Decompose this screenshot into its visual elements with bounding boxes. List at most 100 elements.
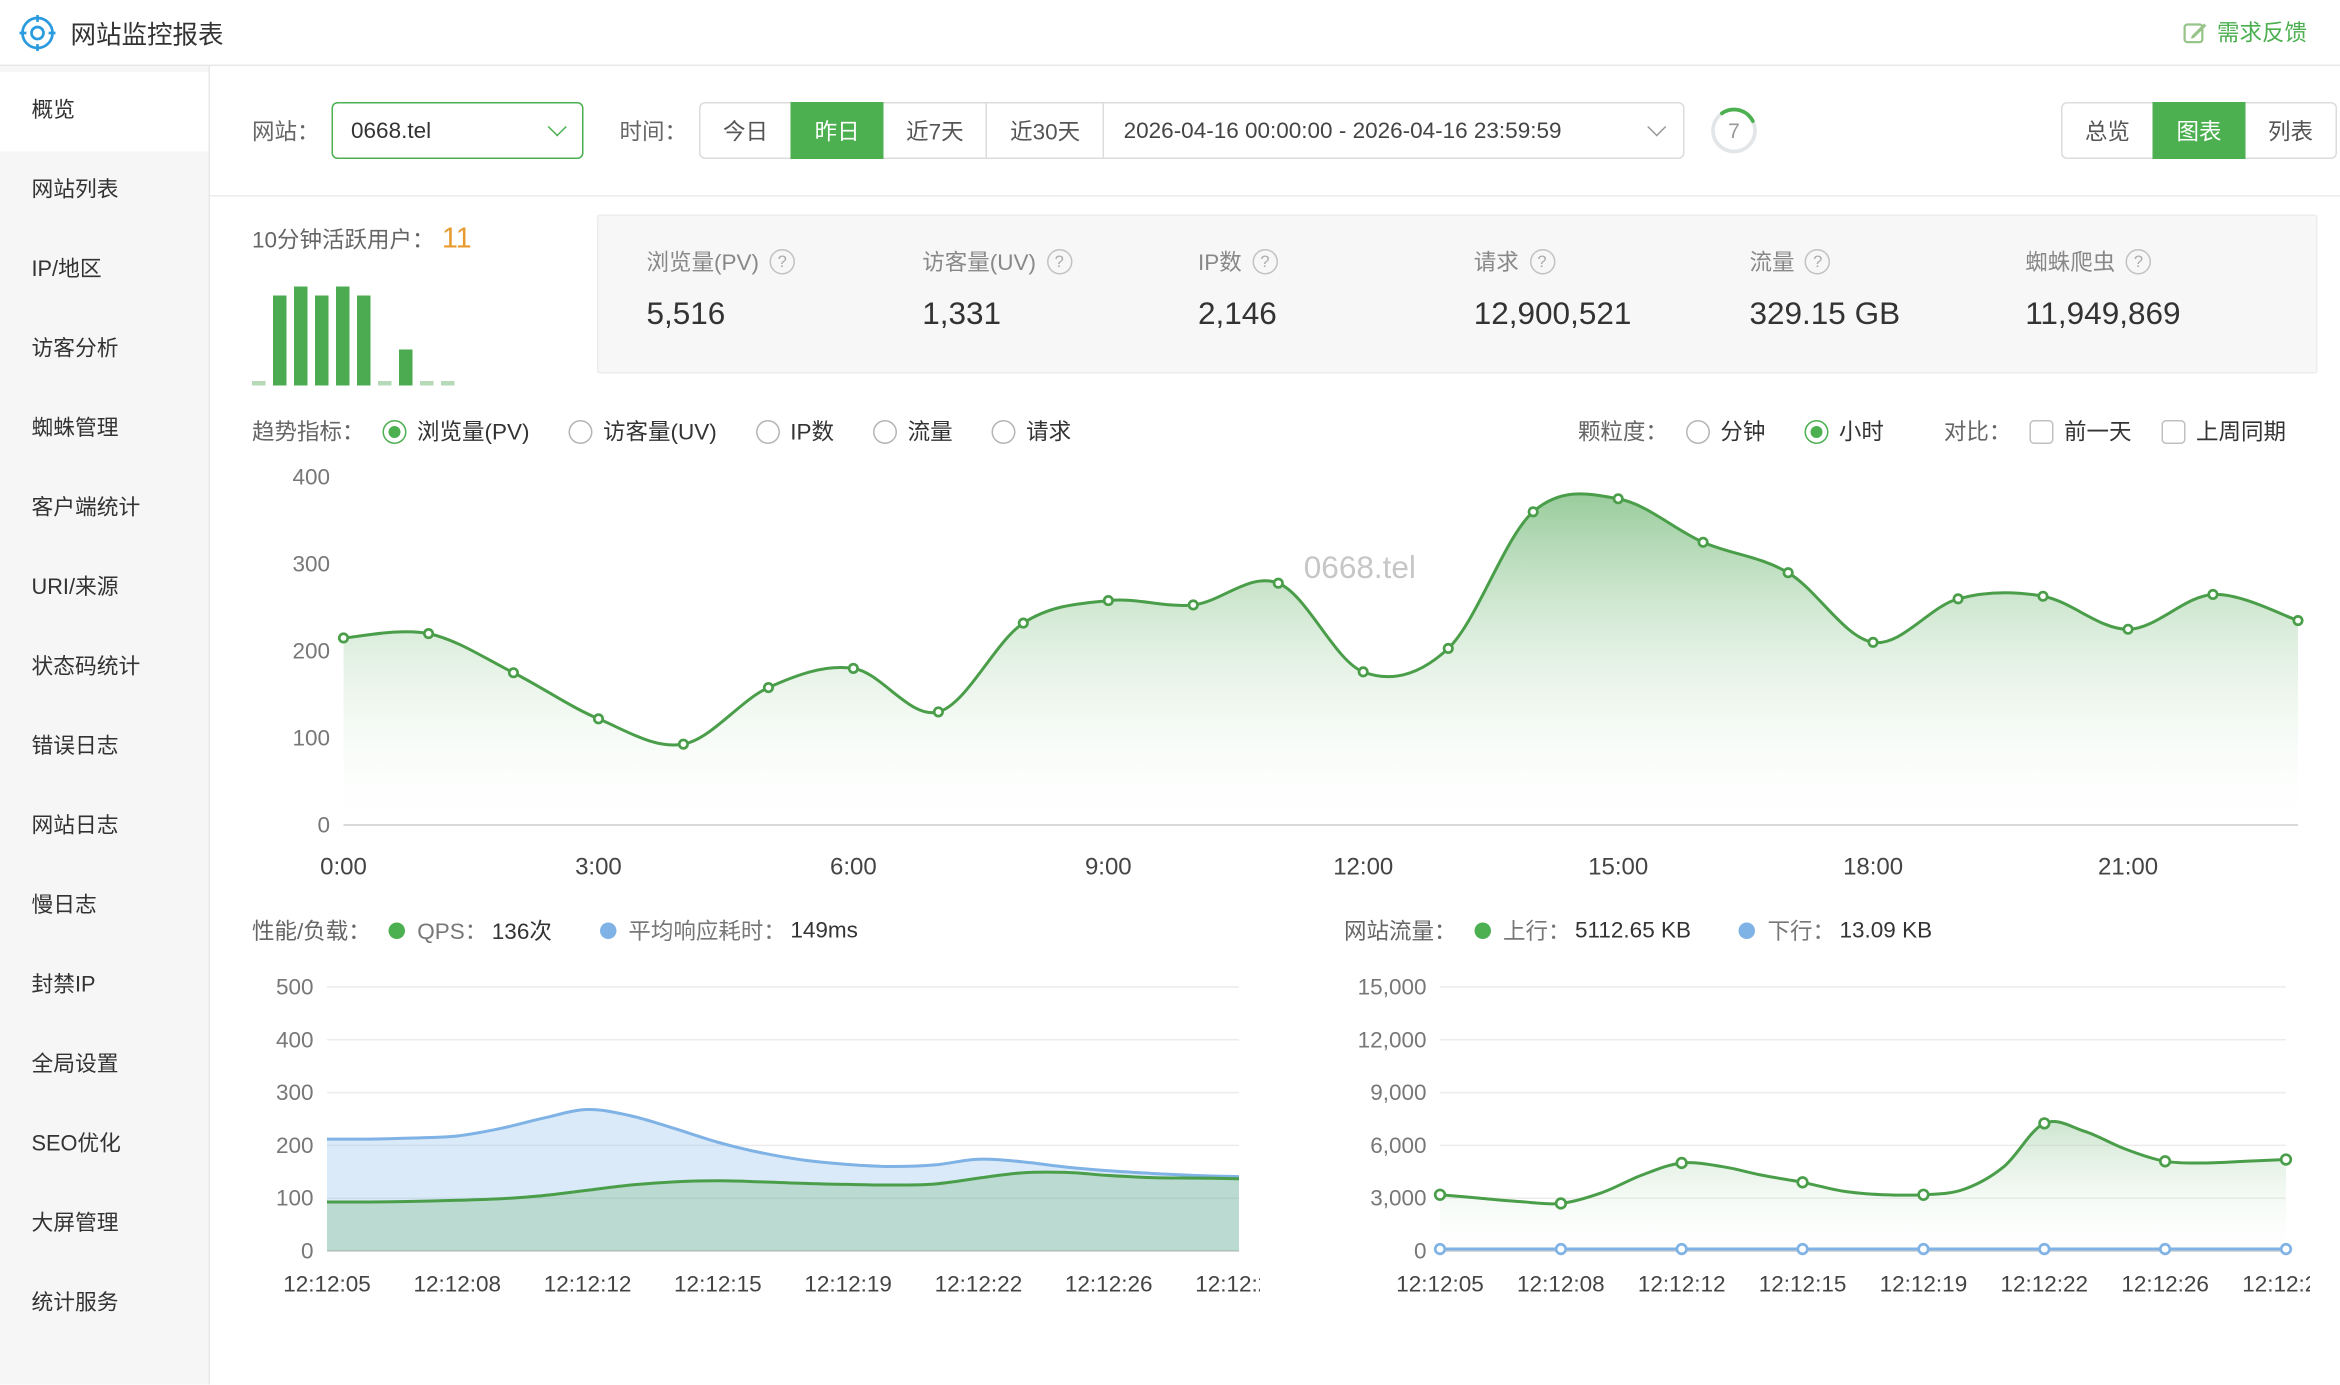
time-range-button[interactable]: 近30天 [986,102,1104,159]
traffic-chart: 03,0006,0009,00012,00015,00012:12:0512:1… [1344,972,2310,1302]
legend-item[interactable]: 下行：13.09 KB [1739,914,1932,946]
stat-block: 蜘蛛爬虫?11,949,869 [2025,246,2301,333]
site-select-value: 0668.tel [351,118,431,144]
sidebar-item[interactable]: 访客分析 [0,311,209,391]
svg-text:12,000: 12,000 [1358,1027,1427,1052]
legend-dot-icon [1475,922,1492,939]
sidebar-item[interactable]: SEO优化 [0,1106,209,1186]
metric-radio[interactable]: IP数 [756,416,834,448]
sidebar-item[interactable]: 概览 [0,72,209,152]
sidebar-item[interactable]: URI/来源 [0,549,209,629]
trend-metric-label: 趋势指标： [252,416,365,448]
sidebar: 概览网站列表IP/地区访客分析蜘蛛管理客户端统计URI/来源状态码统计错误日志网… [0,66,210,1385]
active-users-label: 10分钟活跃用户： [252,228,435,254]
traffic-legend-title: 网站流量： [1344,914,1457,946]
help-icon[interactable]: ? [1529,249,1555,275]
svg-text:12:12:05: 12:12:05 [283,1272,371,1297]
active-users-zero-dash [378,381,392,386]
granularity-radio[interactable]: 小时 [1804,416,1884,448]
legend-item[interactable]: QPS：136次 [389,914,552,946]
site-select[interactable]: 0668.tel [332,102,584,159]
svg-text:6:00: 6:00 [830,854,877,881]
svg-text:12:12:15: 12:12:15 [1759,1272,1847,1297]
traffic-legend-items: 上行：5112.65 KB 下行：13.09 KB [1475,914,1981,946]
refresh-countdown-value: 7 [1728,120,1740,143]
perf-chart: 010020030040050012:12:0512:12:0812:12:12… [252,972,1260,1302]
radio-icon [569,419,593,443]
granularity-radio[interactable]: 分钟 [1686,416,1766,448]
metric-radio[interactable]: 浏览量(PV) [383,416,530,448]
svg-text:200: 200 [292,639,330,664]
trend-chart: 01002003004000:003:006:009:0012:0015:001… [225,456,2325,885]
traffic-panel: 网站流量： 上行：5112.65 KB下行：13.09 KB 03,0006,0… [1344,912,2310,1302]
sidebar-item[interactable]: 网站日志 [0,788,209,868]
active-users-bar [294,287,308,386]
time-range-button[interactable]: 今日 [699,102,792,159]
stat-block: 浏览量(PV)?5,516 [647,246,923,333]
svg-text:12:12:08: 12:12:08 [1517,1272,1605,1297]
help-icon[interactable]: ? [770,249,796,275]
stat-value: 329.15 GB [1749,297,2025,333]
svg-text:15:00: 15:00 [1588,854,1648,881]
sidebar-item[interactable]: IP/地区 [0,231,209,311]
active-users-bar [357,296,371,386]
feedback-button[interactable]: 需求反馈 [2182,17,2307,49]
time-range-button[interactable]: 近7天 [882,102,988,159]
stat-value: 1,331 [922,297,1198,333]
sidebar-item[interactable]: 封禁IP [0,947,209,1027]
svg-text:0: 0 [1414,1239,1427,1264]
checkbox-icon [2161,419,2185,443]
sidebar-item[interactable]: 统计服务 [0,1265,209,1345]
time-range-button[interactable]: 昨日 [791,102,884,159]
sidebar-item[interactable]: 慢日志 [0,867,209,947]
feedback-label: 需求反馈 [2217,17,2307,49]
svg-text:12:12:12: 12:12:12 [1638,1272,1726,1297]
sidebar-item[interactable]: 客户端统计 [0,470,209,550]
stats-card: 浏览量(PV)?5,516访客量(UV)?1,331IP数?2,146请求?12… [597,215,2318,374]
compare-checkbox[interactable]: 前一天 [2029,416,2131,448]
active-users-zero-dash [252,381,266,386]
perf-legend-items: QPS：136次 平均响应耗时：149ms [389,914,906,946]
metric-radio[interactable]: 流量 [873,416,953,448]
granularity-radio-group: 分钟 小时 [1686,416,1923,448]
help-icon[interactable]: ? [2126,249,2152,275]
refresh-countdown[interactable]: 7 [1709,105,1760,156]
help-icon[interactable]: ? [1805,249,1831,275]
legend-item[interactable]: 上行：5112.65 KB [1475,914,1691,946]
sidebar-item[interactable]: 大屏管理 [0,1185,209,1265]
traffic-legend: 网站流量： 上行：5112.65 KB 下行：13.09 KB [1344,912,2310,948]
legend-dot-icon [389,922,406,939]
help-icon[interactable]: ? [1046,249,1072,275]
svg-text:18:00: 18:00 [1843,854,1903,881]
svg-text:400: 400 [292,465,330,490]
sidebar-item[interactable]: 错误日志 [0,708,209,788]
svg-text:0: 0 [317,813,330,838]
compare-checkbox[interactable]: 上周同期 [2161,416,2286,448]
trend-right-controls: 颗粒度： 分钟小时 对比： 前一天上周同期 [1578,416,2316,448]
view-mode-button[interactable]: 总览 [2061,102,2154,159]
sidebar-item[interactable]: 网站列表 [0,152,209,232]
sidebar-item[interactable]: 蜘蛛管理 [0,390,209,470]
metric-radio[interactable]: 访客量(UV) [569,416,717,448]
sidebar-item[interactable]: 全局设置 [0,1026,209,1106]
app-logo-icon [18,13,57,52]
date-range-picker[interactable]: 2026-04-16 00:00:00 - 2026-04-16 23:59:5… [1103,102,1685,159]
active-users-bar [399,350,413,386]
page-title: 网站监控报表 [71,14,224,52]
metric-radio[interactable]: 请求 [992,416,1072,448]
view-mode-button[interactable]: 列表 [2244,102,2337,159]
active-users-widget: 10分钟活跃用户： 11 [252,215,597,386]
active-users-value: 11 [442,224,472,256]
help-icon[interactable]: ? [1252,249,1278,275]
stat-label: 请求? [1474,246,1750,278]
bottom-charts-row: 性能/负载： QPS：136次 平均响应耗时：149ms 010020030040… [210,885,2340,1302]
sidebar-item[interactable]: 状态码统计 [0,629,209,709]
app-root: 网站监控报表 需求反馈 概览网站列表IP/地区访客分析蜘蛛管理客户端统计URI/… [0,0,2340,1385]
svg-text:12:12:22: 12:12:22 [2000,1272,2088,1297]
perf-legend-title: 性能/负载： [252,914,371,946]
legend-item[interactable]: 平均响应耗时：149ms [600,914,858,946]
svg-text:12:12:05: 12:12:05 [1396,1272,1484,1297]
stat-value: 5,516 [647,297,923,333]
svg-text:12:12:19: 12:12:19 [804,1272,892,1297]
view-mode-button[interactable]: 图表 [2152,102,2245,159]
